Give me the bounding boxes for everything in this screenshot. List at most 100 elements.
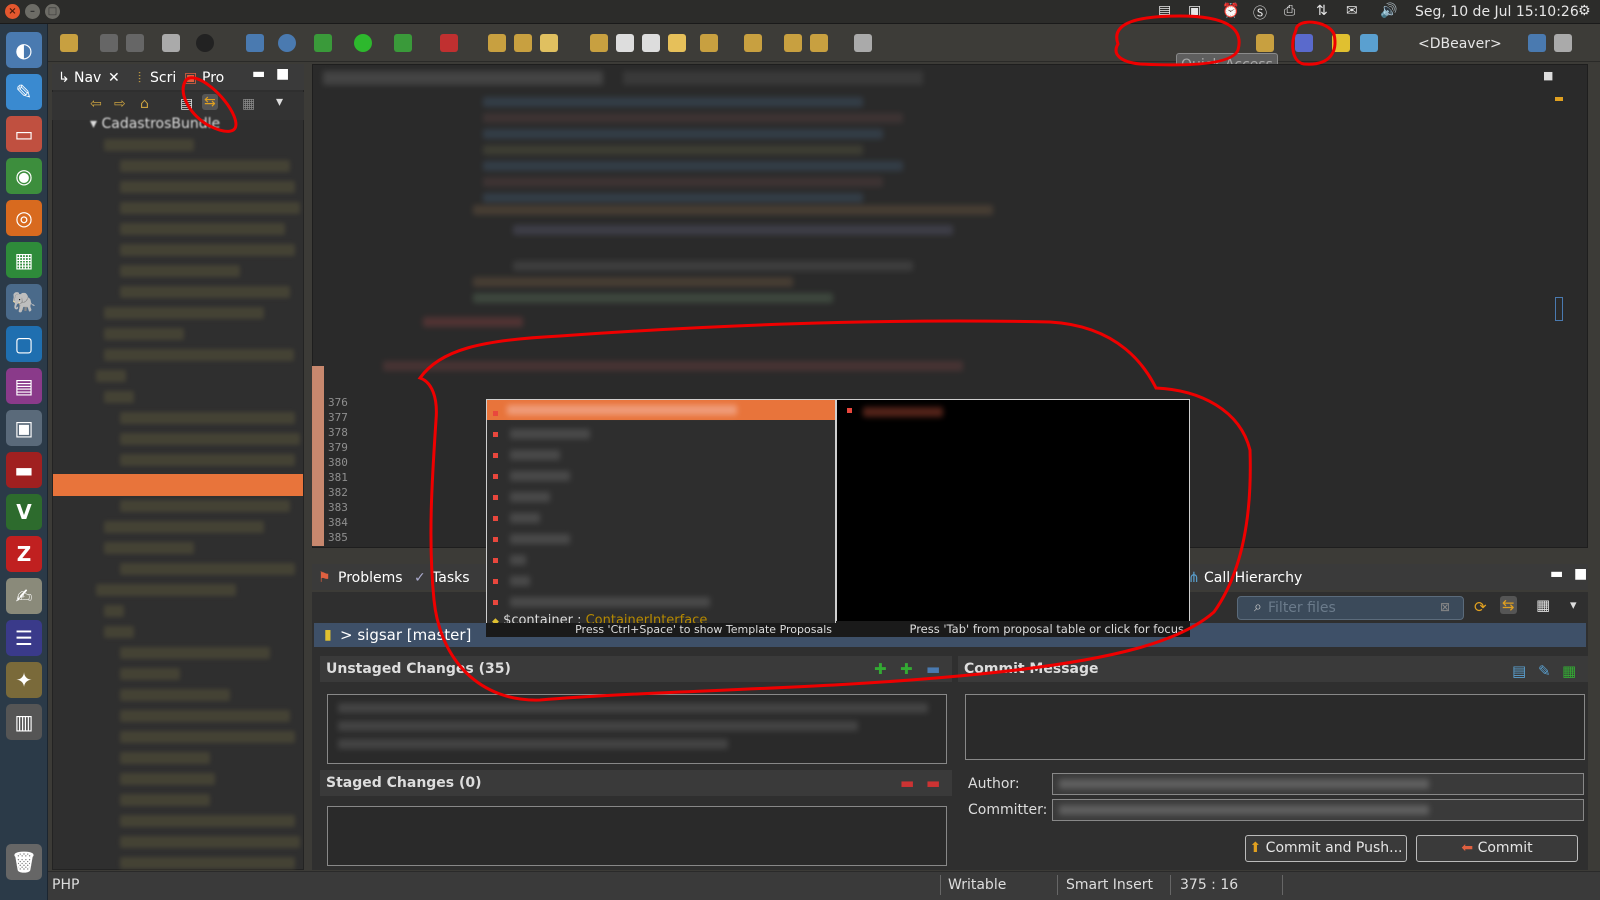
open-type-icon[interactable] — [590, 34, 608, 52]
tree-item[interactable] — [120, 500, 290, 512]
list-item[interactable] — [510, 555, 526, 565]
network-display-icon[interactable]: ▣ — [1188, 3, 1201, 19]
tree-root-node[interactable]: ▾ CadastrosBundle — [90, 116, 220, 132]
maximize-view-icon[interactable]: ■ — [1574, 566, 1587, 582]
highlight-icon[interactable] — [668, 34, 686, 52]
tree-item[interactable] — [104, 542, 194, 554]
refresh-icon[interactable]: ⟳ — [1474, 598, 1487, 616]
tree-item[interactable] — [120, 202, 300, 214]
editor-tab[interactable] — [323, 71, 603, 85]
tree-item[interactable] — [120, 836, 300, 848]
network-icon[interactable]: ⇅ — [1316, 3, 1328, 19]
overview-marker[interactable] — [1555, 97, 1563, 101]
volume-icon[interactable]: 🔊 — [1380, 3, 1397, 19]
printer-icon[interactable]: ⎙ — [1284, 3, 1295, 19]
list-item[interactable] — [510, 597, 710, 607]
tree-item[interactable] — [120, 433, 300, 445]
filezilla-icon[interactable]: Z — [6, 536, 42, 572]
list-item[interactable] — [338, 703, 928, 713]
tab-call-hierarchy[interactable]: Call Hierarchy — [1204, 570, 1302, 586]
tree-item[interactable] — [104, 391, 134, 403]
tree-item[interactable] — [120, 815, 295, 827]
prev-edit-icon[interactable] — [810, 34, 828, 52]
open-project-icon[interactable] — [514, 34, 532, 52]
filter-icon[interactable]: ▦ — [242, 96, 255, 112]
add-all-icon[interactable]: ✚ — [900, 660, 913, 678]
pencil-icon[interactable] — [540, 34, 558, 52]
list-item[interactable] — [510, 450, 560, 460]
add-selected-icon[interactable]: ✚ — [874, 660, 887, 678]
list-item[interactable] — [510, 471, 570, 481]
pencil-app-icon[interactable]: ✎ — [6, 74, 42, 110]
chrome-icon[interactable]: ◉ — [6, 158, 42, 194]
staged-changes-header[interactable]: Staged Changes (0) — [320, 770, 952, 796]
tree-item[interactable] — [104, 521, 264, 533]
run-icon[interactable] — [354, 34, 372, 52]
commit-and-push-button[interactable]: ⬆ Commit and Push... — [1245, 835, 1407, 862]
up-folder-icon[interactable]: ⌂ — [140, 96, 149, 112]
documentation-popup[interactable] — [836, 399, 1190, 636]
tree-item[interactable] — [120, 160, 290, 172]
gimp-icon[interactable]: ✦ — [6, 662, 42, 698]
trash-icon[interactable]: 🗑 — [6, 844, 42, 880]
overview-marker[interactable] — [1555, 297, 1563, 321]
print-icon[interactable] — [162, 34, 180, 52]
debug-run-icon[interactable] — [314, 34, 332, 52]
tab-tasks[interactable]: Tasks — [432, 570, 470, 586]
git-perspective-icon[interactable] — [1295, 34, 1313, 52]
dash-icon[interactable]: ◐ — [6, 32, 42, 68]
add-change-id-icon[interactable]: ▦ — [1562, 662, 1576, 680]
window-maximize-button[interactable]: □ — [45, 4, 60, 19]
open-perspective-icon[interactable] — [1256, 34, 1274, 52]
dbeaver-perspective-label[interactable]: <DBeaver> — [1418, 36, 1502, 52]
unstaged-menu-icon[interactable]: ▬ — [926, 660, 940, 678]
run-external-icon[interactable] — [394, 34, 412, 52]
commit-message-input[interactable] — [965, 694, 1585, 760]
view-menu-chevron-icon[interactable]: ▾ — [276, 94, 283, 110]
tree-item[interactable] — [120, 710, 290, 722]
clipboard-icon[interactable]: ▤ — [1158, 3, 1171, 19]
close-icon[interactable]: ✕ — [108, 70, 120, 86]
tab-problems[interactable]: Problems — [338, 570, 403, 586]
unstaged-changes-list[interactable] — [327, 694, 947, 764]
text-editor-icon[interactable]: ✍ — [6, 578, 42, 614]
tree-item[interactable] — [120, 412, 295, 424]
new-file-icon[interactable] — [60, 34, 78, 52]
skype-icon[interactable]: Ⓢ — [1253, 3, 1267, 23]
clear-filter-icon[interactable]: ⊠ — [1440, 600, 1450, 614]
layout-icon[interactable] — [1528, 34, 1546, 52]
committer-field[interactable] — [1052, 799, 1584, 821]
tree-item[interactable] — [96, 370, 126, 382]
list-item[interactable] — [338, 739, 728, 749]
tree-item[interactable] — [120, 689, 230, 701]
remove-all-icon[interactable]: ▬ — [926, 774, 940, 792]
view-menu-chevron-icon[interactable]: ▾ — [1570, 598, 1577, 613]
tree-item[interactable] — [104, 328, 184, 340]
tree-item[interactable] — [120, 563, 295, 575]
selected-proposal[interactable] — [487, 400, 835, 420]
tree-item[interactable] — [104, 626, 134, 638]
link-editor-icon[interactable]: ⇆ — [202, 94, 218, 110]
save-icon[interactable] — [100, 34, 118, 52]
unstaged-changes-header[interactable]: Unstaged Changes (35) — [320, 656, 952, 682]
tab-scripts[interactable]: Scri — [150, 70, 176, 86]
tree-item[interactable] — [104, 139, 194, 151]
tree-item[interactable] — [120, 731, 295, 743]
tree-item[interactable] — [120, 773, 215, 785]
maximize-view-icon[interactable]: ■ — [276, 66, 289, 82]
save-all-icon[interactable] — [126, 34, 144, 52]
mail-icon[interactable]: ✉ — [1346, 3, 1358, 19]
forward-arrow-icon[interactable]: ⇨ — [114, 96, 126, 112]
staged-changes-list[interactable] — [327, 806, 947, 866]
table-icon[interactable] — [642, 34, 660, 52]
tree-item-selected[interactable] — [53, 474, 303, 496]
vim-icon[interactable]: V — [6, 494, 42, 530]
tree-item[interactable] — [120, 244, 295, 256]
tab-project[interactable]: Pro — [202, 70, 224, 86]
minimize-view-icon[interactable]: ▬ — [252, 66, 265, 82]
open-folder-icon[interactable] — [488, 34, 506, 52]
collapse-all-icon[interactable]: ▤ — [180, 96, 193, 112]
window-minimize-button[interactable]: – — [25, 4, 40, 19]
media-app-icon[interactable]: ▤ — [6, 368, 42, 404]
search-file-icon[interactable] — [616, 34, 634, 52]
